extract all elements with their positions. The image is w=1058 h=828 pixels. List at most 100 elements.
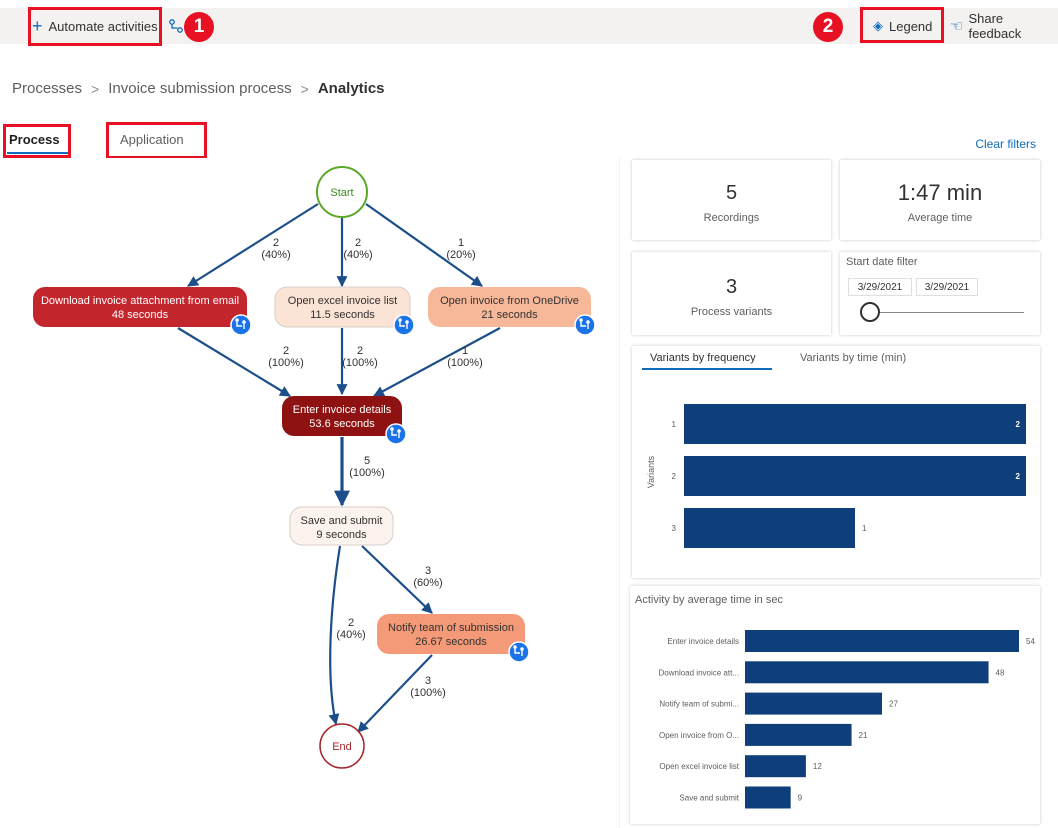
edge-count-label: 2 bbox=[357, 345, 363, 357]
tab-process[interactable]: Process bbox=[9, 132, 60, 147]
activity-bar bbox=[745, 724, 852, 746]
flow-icon[interactable] bbox=[168, 8, 184, 44]
variants-bar-chart: Variants122231 bbox=[632, 346, 1040, 578]
share-feedback-button[interactable]: ☜ Share feedback bbox=[950, 8, 1058, 44]
activity-node-time: 21 seconds bbox=[481, 309, 538, 321]
edge-percent-label: (60%) bbox=[413, 577, 442, 589]
end-node-label: End bbox=[332, 741, 352, 753]
activity-node-enter bbox=[282, 396, 402, 436]
activity-node-name: Save and submit bbox=[301, 515, 383, 527]
process-variants-value: 3 bbox=[632, 276, 831, 299]
automate-activities-label: Automate activities bbox=[49, 19, 158, 34]
process-variants-label: Process variants bbox=[632, 306, 831, 318]
activity-node-notify bbox=[377, 614, 525, 654]
activity-node-name: Open excel invoice list bbox=[288, 295, 397, 307]
activity-bar bbox=[745, 787, 791, 809]
variants-axis-label: Variants bbox=[646, 455, 656, 488]
activity-tick-label: Enter invoice details bbox=[667, 637, 739, 646]
flow-edge bbox=[366, 204, 482, 286]
recordings-card: 5 Recordings bbox=[632, 160, 831, 240]
activity-node-name: Open invoice from OneDrive bbox=[440, 295, 579, 307]
command-bar: + Automate activities ◈ Legend ☜ Share f… bbox=[0, 8, 1058, 44]
breadcrumb-processes[interactable]: Processes bbox=[12, 80, 82, 97]
layers-icon: ◈ bbox=[873, 18, 883, 34]
variant-bar bbox=[684, 508, 855, 548]
callout-badge-1: 1 bbox=[184, 12, 214, 42]
edge-percent-label: (100%) bbox=[268, 357, 303, 369]
variant-tick-label: 1 bbox=[672, 420, 677, 429]
tab-application-label: Application bbox=[120, 132, 184, 147]
activity-value-label: 12 bbox=[813, 762, 822, 771]
edge-count-label: 2 bbox=[283, 345, 289, 357]
edge-count-label: 1 bbox=[462, 345, 468, 357]
activity-value-label: 9 bbox=[798, 794, 803, 803]
tab-application[interactable]: Application bbox=[120, 132, 184, 147]
tab-active-indicator bbox=[7, 152, 68, 154]
variant-tick-label: 3 bbox=[672, 524, 677, 533]
legend-label: Legend bbox=[889, 19, 932, 34]
variant-tick-label: 2 bbox=[672, 472, 677, 481]
flow-edge bbox=[188, 204, 318, 286]
edge-percent-label: (100%) bbox=[342, 357, 377, 369]
flow-glyph-dot bbox=[513, 645, 517, 649]
feedback-icon: ☜ bbox=[950, 17, 963, 35]
activity-node-download bbox=[33, 287, 247, 327]
automate-activity-icon bbox=[509, 642, 529, 662]
edge-percent-label: (100%) bbox=[349, 467, 384, 479]
variants-chart-card: Variants by frequency Variants by time (… bbox=[632, 346, 1040, 578]
edge-percent-label: (20%) bbox=[446, 249, 475, 261]
activity-node-time: 26.67 seconds bbox=[415, 636, 487, 648]
start-date-from-field[interactable]: 3/29/2021 bbox=[848, 278, 912, 296]
edge-percent-label: (40%) bbox=[336, 629, 365, 641]
legend-button[interactable]: ◈ Legend bbox=[873, 8, 932, 44]
edge-count-label: 3 bbox=[425, 675, 431, 687]
activity-bar bbox=[745, 693, 882, 715]
process-map-panel: 2(40%)2(40%)1(20%)2(100%)2(100%)1(100%)5… bbox=[0, 158, 620, 828]
activity-tick-label: Open invoice from O... bbox=[659, 731, 739, 740]
edge-percent-label: (40%) bbox=[343, 249, 372, 261]
activity-node-name: Download invoice attachment from email bbox=[41, 295, 239, 307]
automate-activity-icon bbox=[394, 315, 414, 335]
breadcrumb: Processes > Invoice submission process >… bbox=[12, 80, 385, 97]
breadcrumb-analytics: Analytics bbox=[318, 80, 385, 97]
breadcrumb-invoice-process[interactable]: Invoice submission process bbox=[108, 80, 291, 97]
activity-bar-chart: Enter invoice details54Download invoice … bbox=[630, 586, 1040, 824]
process-map-canvas: 2(40%)2(40%)1(20%)2(100%)2(100%)1(100%)5… bbox=[0, 158, 620, 828]
start-date-to-field[interactable]: 3/29/2021 bbox=[916, 278, 978, 296]
activity-value-label: 54 bbox=[1026, 637, 1035, 646]
edge-percent-label: (100%) bbox=[410, 687, 445, 699]
activity-node-excel bbox=[275, 287, 410, 327]
flow-glyph-dot bbox=[586, 320, 590, 324]
automate-activities-button[interactable]: + Automate activities bbox=[32, 8, 158, 44]
variant-bar bbox=[684, 456, 1026, 496]
flow-glyph-dot bbox=[520, 647, 524, 651]
date-slider-track[interactable] bbox=[872, 312, 1024, 313]
tab-process-label: Process bbox=[9, 132, 60, 147]
activity-bar bbox=[745, 630, 1019, 652]
activity-node-name: Notify team of submission bbox=[388, 622, 514, 634]
breadcrumb-separator: > bbox=[91, 81, 99, 97]
clear-filters-link[interactable]: Clear filters bbox=[975, 137, 1036, 151]
average-time-value: 1:47 min bbox=[840, 180, 1040, 206]
activity-value-label: 27 bbox=[889, 700, 898, 709]
variant-value-label: 2 bbox=[1016, 420, 1021, 429]
edge-percent-label: (40%) bbox=[261, 249, 290, 261]
flow-glyph-dot bbox=[398, 318, 402, 322]
variant-value-label: 2 bbox=[1016, 472, 1021, 481]
edge-count-label: 2 bbox=[355, 237, 361, 249]
edge-percent-label: (100%) bbox=[447, 357, 482, 369]
activity-bar bbox=[745, 755, 806, 777]
activity-value-label: 48 bbox=[996, 668, 1005, 677]
start-node-label: Start bbox=[330, 187, 353, 199]
recordings-label: Recordings bbox=[632, 212, 831, 224]
edge-count-label: 1 bbox=[458, 237, 464, 249]
activity-bar bbox=[745, 661, 989, 683]
activity-chart-card: Activity by average time in sec Enter in… bbox=[630, 586, 1040, 824]
start-date-filter-title: Start date filter bbox=[846, 256, 918, 268]
flow-glyph-dot bbox=[235, 318, 239, 322]
share-feedback-label: Share feedback bbox=[968, 11, 1058, 41]
flow-glyph-dot bbox=[405, 320, 409, 324]
average-time-card: 1:47 min Average time bbox=[840, 160, 1040, 240]
date-slider-thumb[interactable] bbox=[860, 302, 880, 322]
callout-badge-2: 2 bbox=[813, 12, 843, 42]
